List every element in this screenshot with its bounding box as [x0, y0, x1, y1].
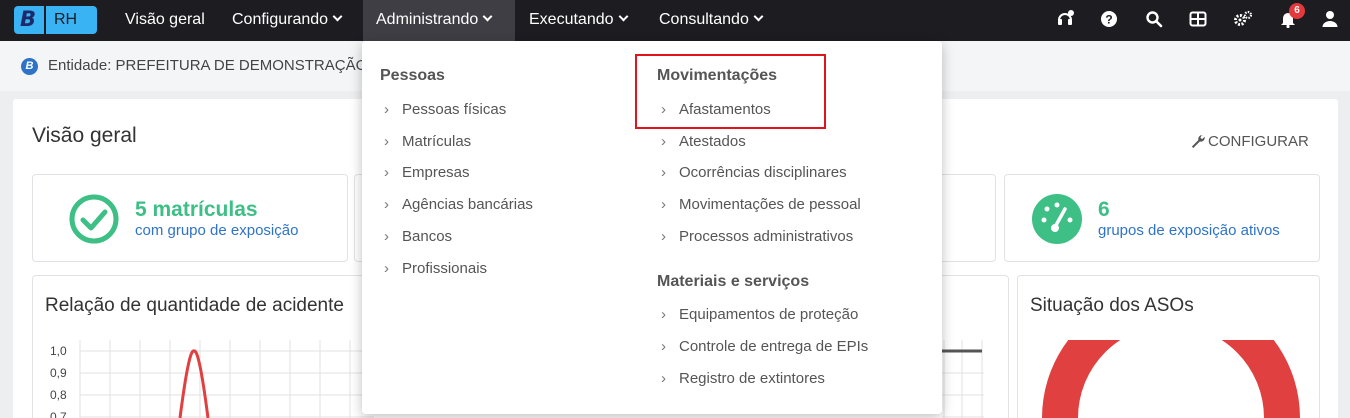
menu-item-equipamentos-de-protecao[interactable]: Equipamentos de proteção	[657, 306, 858, 323]
y-tick-label: 0,9	[50, 366, 67, 380]
logo-letter: B	[20, 7, 37, 31]
menu-item-controle-entrega-epis[interactable]: Controle de entrega de EPIs	[657, 338, 868, 355]
search-icon[interactable]	[1145, 10, 1163, 28]
chart-acidentes-plot-right	[942, 340, 984, 418]
y-tick-label: 1,0	[50, 344, 67, 358]
logo-divider	[44, 6, 46, 34]
menu-item-agencias-bancarias[interactable]: Agências bancárias	[380, 196, 533, 213]
matriculas-subtitle: com grupo de exposição	[135, 222, 299, 239]
menu-item-registro-de-extintores[interactable]: Registro de extintores	[657, 370, 825, 387]
user-icon[interactable]	[1321, 10, 1339, 28]
chart-asos-donut	[1042, 340, 1300, 418]
configure-button[interactable]: CONFIGURAR	[1190, 131, 1309, 150]
menu-item-matriculas[interactable]: Matrículas	[380, 133, 471, 150]
y-tick-label: 0,8	[50, 388, 67, 402]
wrench-icon	[1191, 135, 1205, 148]
chevron-down-icon	[482, 11, 493, 22]
chart-acidentes-title: Relação de quantidade de acidente	[45, 295, 344, 316]
menu-item-empresas[interactable]: Empresas	[380, 164, 470, 181]
y-tick-label: 0,7	[50, 410, 67, 418]
matriculas-value: 5 matrículas	[135, 198, 258, 221]
menu-item-pessoas-fisicas[interactable]: Pessoas físicas	[380, 101, 506, 118]
chart-acidentes-plot	[79, 340, 374, 418]
menu-heading-materiais: Materiais e serviços	[657, 273, 810, 290]
menu-item-atestados[interactable]: Atestados	[657, 133, 746, 150]
nav-visao-geral[interactable]: Visão geral	[113, 0, 217, 41]
menu-item-processos-administrativos[interactable]: Processos administrativos	[657, 228, 853, 245]
menu-item-bancos[interactable]: Bancos	[380, 228, 452, 245]
gauge-icon	[1032, 194, 1082, 244]
nav-label: Administrando	[376, 11, 479, 28]
entity-logo-icon: B	[21, 58, 38, 75]
nav-executando[interactable]: Executando	[517, 0, 639, 41]
nav-administrando[interactable]: Administrando	[363, 0, 515, 41]
card-grupos[interactable]: 6 grupos de exposição ativos	[1004, 174, 1320, 262]
help-icon[interactable]: ?	[1100, 10, 1118, 28]
page-title: Visão geral	[32, 124, 137, 147]
notification-badge: 6	[1289, 3, 1305, 19]
chevron-down-icon	[618, 11, 628, 22]
configure-label: CONFIGURAR	[1208, 133, 1309, 150]
menu-item-movimentacoes-de-pessoal[interactable]: Movimentações de pessoal	[657, 196, 861, 213]
grupos-subtitle: grupos de exposição ativos	[1098, 222, 1280, 239]
chart-asos-title: Situação dos ASOs	[1030, 295, 1194, 316]
headset-icon[interactable]	[1056, 10, 1074, 28]
nav-label: Consultando	[659, 11, 749, 28]
nav-label: Visão geral	[125, 11, 205, 28]
menu-heading-pessoas: Pessoas	[380, 67, 445, 84]
svg-text:?: ?	[1105, 13, 1112, 27]
entity-name[interactable]: Entidade: PREFEITURA DE DEMONSTRAÇÃO	[48, 57, 367, 74]
card-matriculas[interactable]: 5 matrículas com grupo de exposição	[32, 174, 348, 262]
nav-configurando[interactable]: Configurando	[220, 0, 353, 41]
highlight-annotation-box	[635, 54, 826, 129]
top-navbar: B RH Visão geral Configurando Administra…	[0, 0, 1350, 41]
grid-icon[interactable]	[1189, 10, 1207, 28]
grupos-value: 6	[1098, 198, 1110, 221]
nav-label: Configurando	[232, 11, 329, 28]
menu-item-ocorrencias-disciplinares[interactable]: Ocorrências disciplinares	[657, 164, 847, 181]
gears-icon[interactable]	[1234, 10, 1252, 28]
menu-item-profissionais[interactable]: Profissionais	[380, 260, 487, 277]
app-logo[interactable]: B RH	[14, 6, 97, 34]
chevron-down-icon	[332, 11, 343, 22]
logo-product: RH	[54, 11, 78, 28]
chevron-down-icon	[753, 11, 764, 22]
nav-label: Executando	[529, 11, 614, 28]
nav-consultando[interactable]: Consultando	[647, 0, 774, 41]
check-circle-icon	[69, 194, 119, 244]
